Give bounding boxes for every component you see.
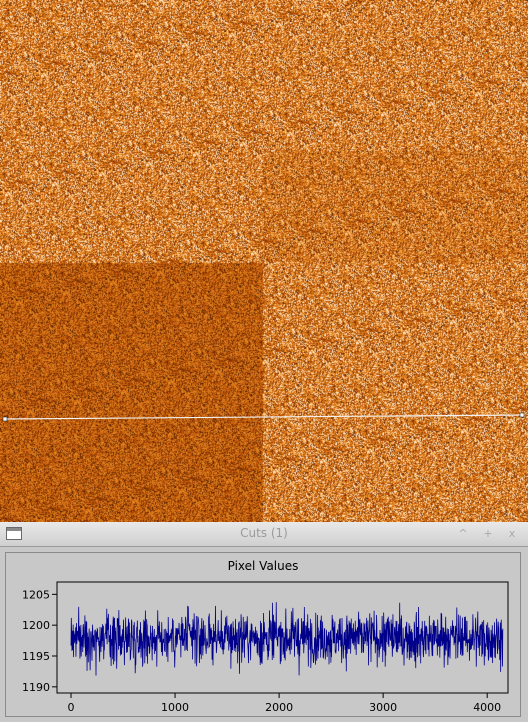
window-titlebar[interactable]: Cuts (1) ^ + x bbox=[0, 522, 528, 547]
pixel-values-plot[interactable]: 0 1000 2000 3000 4000 1190 1195 1200 1205 bbox=[6, 553, 520, 716]
cut-line[interactable] bbox=[4, 414, 523, 420]
y-tick-label: 1195 bbox=[22, 650, 50, 663]
cut-handle-left[interactable] bbox=[2, 416, 8, 422]
y-tick-label: 1190 bbox=[22, 681, 50, 694]
x-tick-label: 2000 bbox=[265, 701, 293, 714]
y-tick-label: 1205 bbox=[22, 588, 50, 601]
x-tick-label: 4000 bbox=[473, 701, 501, 714]
y-tick-label: 1200 bbox=[22, 619, 50, 632]
cut-line-overlay[interactable] bbox=[0, 0, 528, 522]
maximize-button[interactable]: + bbox=[481, 527, 495, 541]
x-tick-label: 1000 bbox=[161, 701, 189, 714]
window-title: Cuts (1) bbox=[240, 526, 288, 540]
x-tick-label: 0 bbox=[68, 701, 75, 714]
cut-handle-right[interactable] bbox=[519, 412, 525, 418]
plot-panel: Pixel Values 0 1000 2000 3000 4000 1190 1195 12… bbox=[5, 552, 521, 717]
cuts-window: Cuts (1) ^ + x Pixel Values 0 1000 2000 300… bbox=[0, 522, 528, 722]
x-tick-label: 3000 bbox=[369, 701, 397, 714]
close-button[interactable]: x bbox=[505, 527, 519, 541]
minimize-button[interactable]: ^ bbox=[456, 527, 470, 541]
image-view[interactable] bbox=[0, 0, 528, 522]
